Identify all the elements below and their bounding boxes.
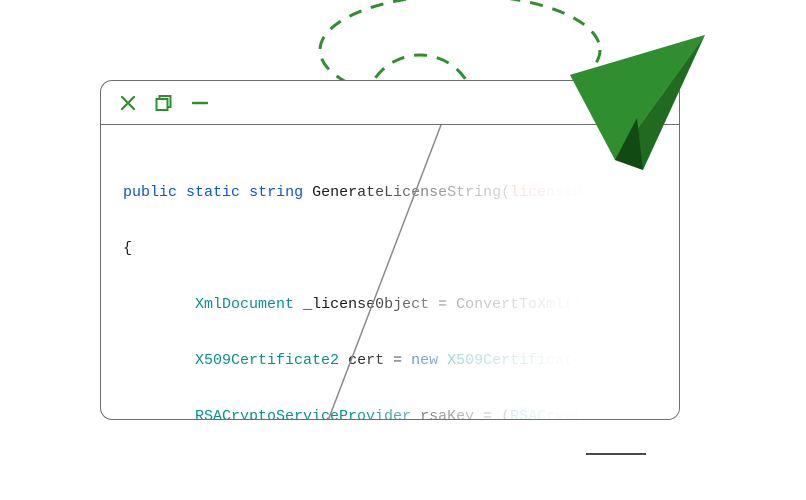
equals: = xyxy=(474,408,501,420)
paren: ( xyxy=(564,296,573,313)
code-line-4: X509Certificate2 cert = new X509Certific… xyxy=(123,347,657,375)
restore-button[interactable] xyxy=(155,94,173,112)
var-rsakey: rsaKey xyxy=(420,408,474,420)
arg-lic: lic xyxy=(573,296,600,313)
indent xyxy=(123,296,195,313)
indent xyxy=(123,352,195,369)
equals: = xyxy=(429,296,456,313)
code-line-5: RSACryptoServiceProvider rsaKey = (RSACr… xyxy=(123,403,657,420)
arg-certkey: certPrivateK xyxy=(600,352,680,369)
equals: = xyxy=(384,352,411,369)
footer-line xyxy=(586,453,646,455)
method-name: GenerateLicenseString xyxy=(312,184,501,201)
keyword-public: public xyxy=(123,184,177,201)
close-button[interactable] xyxy=(119,94,137,112)
var-license: _license0bject xyxy=(303,296,429,313)
keyword-static: static xyxy=(186,184,240,201)
indent xyxy=(123,408,195,420)
close: ); xyxy=(600,296,618,313)
paren: ( xyxy=(501,408,510,420)
paren: ( xyxy=(591,352,600,369)
code-line-2: { xyxy=(123,235,657,263)
type-rsa-2: RSACryptoServiceProvi xyxy=(510,408,680,420)
type-xmldocument: XmlDocument xyxy=(195,296,294,313)
paper-plane-icon xyxy=(555,20,725,190)
keyword-new: new xyxy=(411,352,438,369)
paren-open: ( xyxy=(501,184,510,201)
var-cert: cert xyxy=(348,352,384,369)
type-string: string xyxy=(249,184,303,201)
type-rsa: RSACryptoServiceProvider xyxy=(195,408,411,420)
type-x509: X509Certificate2 xyxy=(195,352,339,369)
minimize-button[interactable] xyxy=(191,94,209,112)
call-convert: ConvertToXml xyxy=(456,296,564,313)
code-line-3: XmlDocument _license0bject = ConvertToXm… xyxy=(123,291,657,319)
type-x509-2: X509Certificate2 xyxy=(447,352,591,369)
